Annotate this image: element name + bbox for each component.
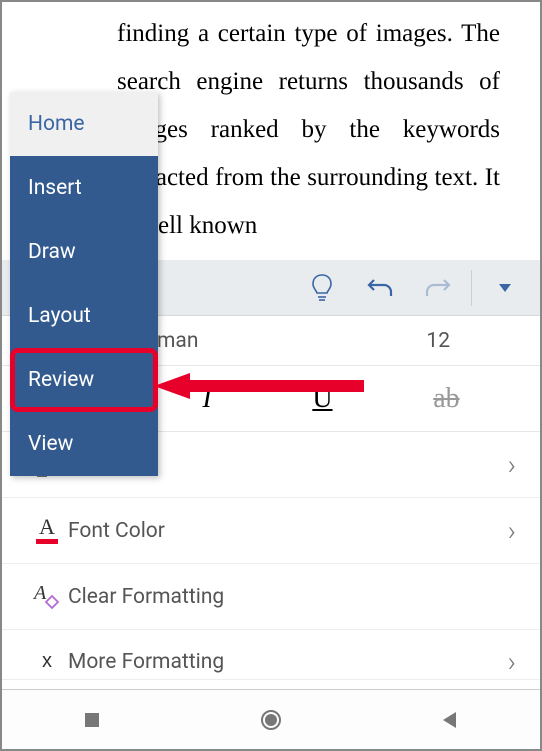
- clear-formatting-label: Clear Formatting: [68, 585, 516, 609]
- more-formatting-row[interactable]: x More Formatting ›: [2, 630, 540, 680]
- clear-formatting-row[interactable]: A Clear Formatting: [2, 564, 540, 630]
- font-color-icon: A: [26, 517, 68, 544]
- chevron-right-icon: ›: [508, 645, 516, 678]
- clear-formatting-icon: A: [26, 584, 68, 610]
- square-icon: [83, 711, 101, 729]
- font-color-row[interactable]: A Font Color ›: [2, 498, 540, 564]
- tab-home[interactable]: Home: [10, 92, 158, 156]
- nav-back-button[interactable]: [434, 704, 466, 736]
- more-formatting-icon: x: [26, 650, 68, 673]
- separator: [471, 270, 472, 306]
- tab-label: Review: [28, 368, 94, 392]
- tab-view[interactable]: View: [10, 412, 158, 476]
- ribbon-tabs-menu: Home Insert Draw Layout Review View: [10, 92, 158, 476]
- tab-label: Home: [28, 112, 85, 136]
- undo-icon: [366, 276, 394, 300]
- redo-icon: [424, 276, 452, 300]
- underline-button[interactable]: U: [312, 383, 332, 415]
- tab-layout[interactable]: Layout: [10, 284, 158, 348]
- paragraph-text: finding a certain type of images. The se…: [117, 20, 500, 239]
- font-color-label: Font Color: [68, 519, 508, 543]
- font-family-value: man: [157, 329, 198, 353]
- lightbulb-icon: [310, 273, 334, 303]
- chevron-right-icon: ›: [508, 514, 516, 547]
- tab-review[interactable]: Review: [10, 348, 158, 412]
- undo-button[interactable]: [351, 260, 409, 316]
- chevron-right-icon: ›: [508, 448, 516, 481]
- android-nav-bar: [2, 689, 540, 749]
- more-dropdown[interactable]: [476, 260, 534, 316]
- tab-label: View: [28, 432, 73, 456]
- nav-home-button[interactable]: [255, 704, 287, 736]
- italic-button[interactable]: I: [202, 383, 211, 415]
- tab-label: Insert: [28, 176, 82, 200]
- more-formatting-label: More Formatting: [68, 650, 508, 674]
- circle-icon: [259, 708, 283, 732]
- tab-draw[interactable]: Draw: [10, 220, 158, 284]
- font-size-value: 12: [426, 329, 450, 353]
- tab-label: Layout: [28, 304, 91, 328]
- tab-insert[interactable]: Insert: [10, 156, 158, 220]
- strikethrough-button[interactable]: ab: [433, 383, 459, 415]
- triangle-left-icon: [440, 710, 460, 730]
- nav-recent-button[interactable]: [76, 704, 108, 736]
- tell-me-button[interactable]: [293, 260, 351, 316]
- tab-label: Draw: [28, 240, 76, 264]
- redo-button[interactable]: [409, 260, 467, 316]
- dropdown-triangle-icon: [497, 282, 513, 294]
